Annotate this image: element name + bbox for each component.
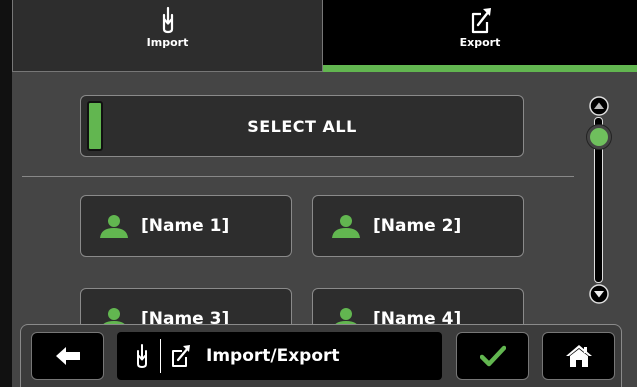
screen-title-box: Import/Export bbox=[117, 332, 442, 380]
name-label: [Name 2] bbox=[373, 216, 462, 236]
home-button[interactable] bbox=[542, 332, 615, 380]
export-icon bbox=[172, 345, 190, 367]
back-arrow-icon bbox=[55, 347, 80, 365]
divider bbox=[22, 176, 574, 177]
person-icon bbox=[332, 215, 360, 238]
left-edge-strip bbox=[0, 0, 12, 387]
person-icon bbox=[100, 215, 128, 238]
tab-export[interactable]: Export bbox=[323, 0, 637, 72]
scrollbar-thumb[interactable] bbox=[587, 125, 611, 149]
checkmark-icon bbox=[479, 345, 506, 367]
back-button[interactable] bbox=[31, 332, 104, 380]
select-all-button[interactable]: SELECT ALL bbox=[80, 95, 524, 157]
import-icon bbox=[137, 344, 147, 369]
tab-import[interactable]: Import bbox=[12, 0, 323, 72]
scroll-down-icon[interactable] bbox=[589, 284, 609, 304]
name-label: [Name 1] bbox=[141, 216, 230, 236]
confirm-button[interactable] bbox=[456, 332, 529, 380]
home-icon bbox=[565, 345, 592, 367]
screen-title: Import/Export bbox=[206, 346, 340, 366]
active-tab-indicator bbox=[323, 65, 637, 72]
select-all-label: SELECT ALL bbox=[247, 116, 357, 136]
tab-bar: Import Export bbox=[12, 0, 637, 72]
name-button-1[interactable]: [Name 1] bbox=[80, 195, 292, 257]
scroll-up-icon[interactable] bbox=[589, 96, 609, 116]
tab-import-label: Import bbox=[146, 36, 189, 49]
export-icon bbox=[471, 8, 491, 34]
tab-export-label: Export bbox=[459, 36, 501, 49]
icon-separator bbox=[160, 339, 161, 373]
name-button-2[interactable]: [Name 2] bbox=[312, 195, 524, 257]
import-icon bbox=[162, 6, 173, 34]
